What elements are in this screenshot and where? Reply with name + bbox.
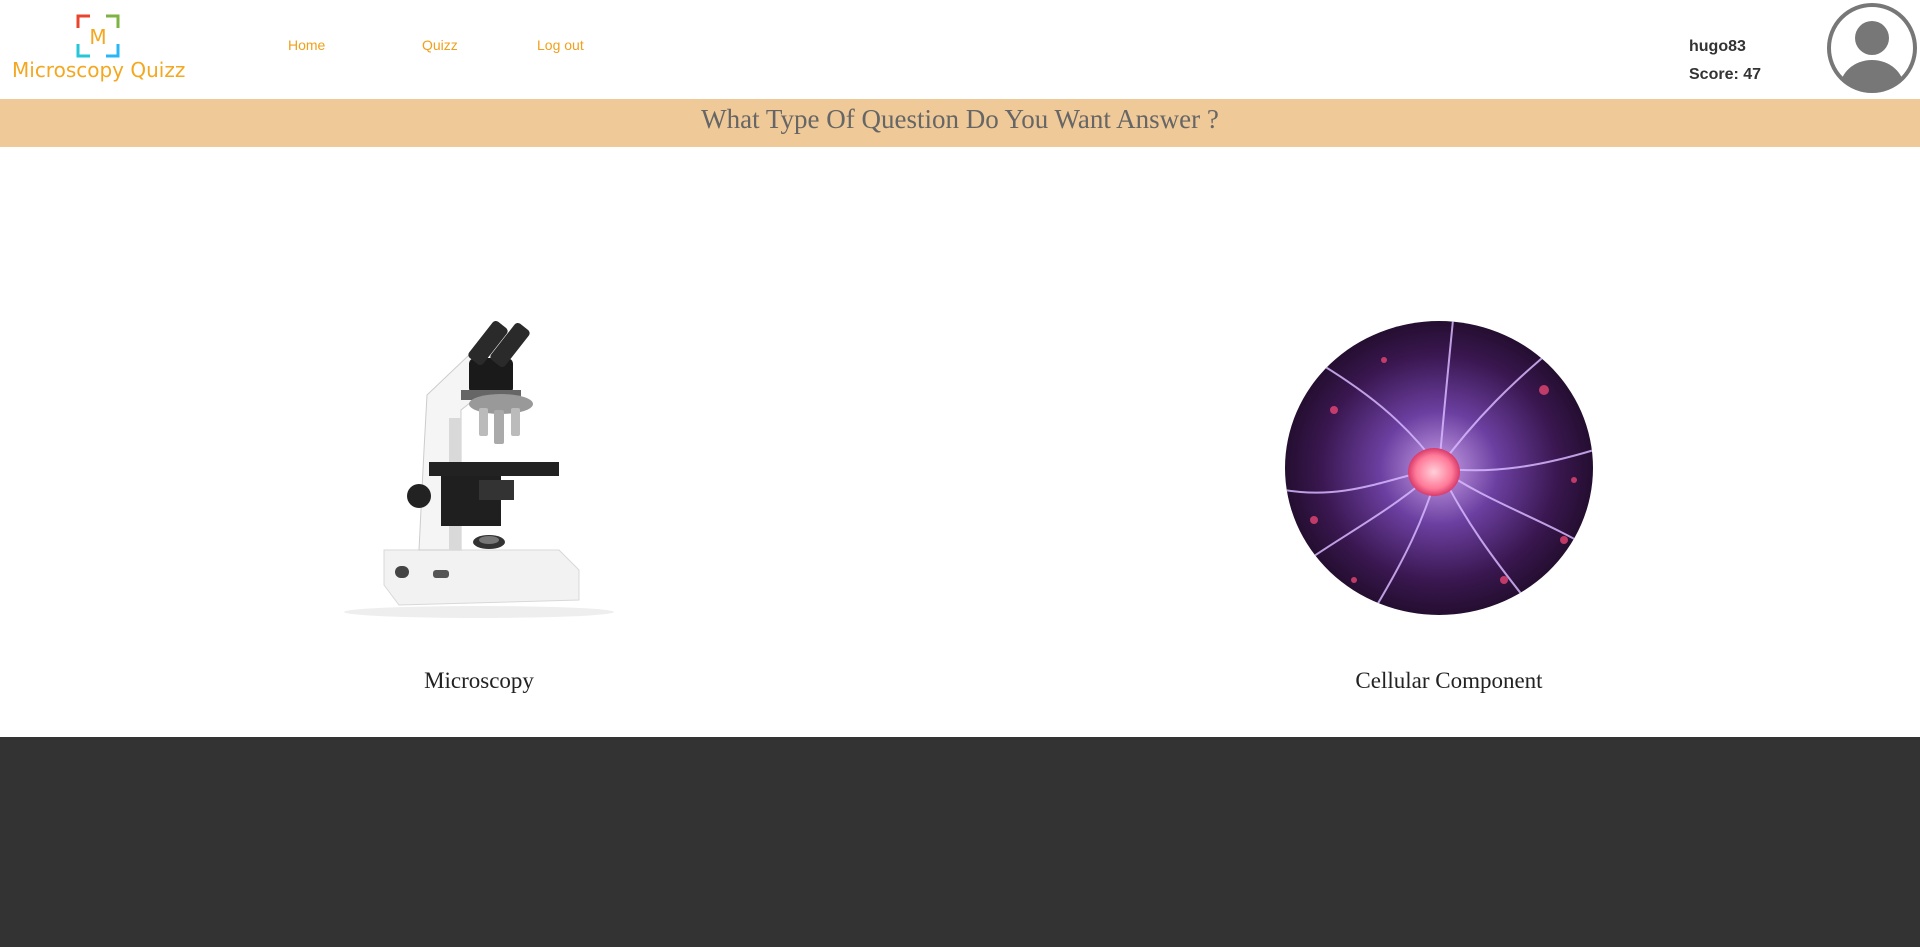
logo-text: Microscopy Quizz — [12, 58, 186, 82]
question-type-banner: What Type Of Question Do You Want Answer… — [0, 99, 1920, 147]
page-title: What Type Of Question Do You Want Answer… — [701, 104, 1219, 134]
logo-letter: M — [89, 25, 106, 49]
footer — [0, 737, 1920, 947]
microscope-image[interactable] — [329, 300, 629, 620]
nav-home-link[interactable]: Home — [288, 37, 325, 53]
choice-cellular-component[interactable]: Cellular Component — [1244, 300, 1654, 693]
username: hugo83 — [1689, 38, 1746, 55]
nav-logout-link[interactable]: Log out — [537, 37, 584, 53]
user-score: Score: 47 — [1689, 66, 1762, 83]
nav-quizz-link[interactable]: Quizz — [422, 37, 458, 53]
avatar-icon[interactable] — [1826, 2, 1918, 94]
choice-microscopy-label[interactable]: Microscopy — [329, 668, 629, 694]
logo[interactable]: M Microscopy Quizz — [12, 14, 192, 88]
header: M Microscopy Quizz Home Quizz Log out hu… — [0, 0, 1920, 98]
logo-icon: M — [76, 14, 120, 58]
choice-cellular-component-label[interactable]: Cellular Component — [1244, 668, 1654, 694]
neuron-cell-image[interactable] — [1244, 300, 1654, 620]
choice-microscopy[interactable]: Microscopy — [329, 300, 629, 693]
